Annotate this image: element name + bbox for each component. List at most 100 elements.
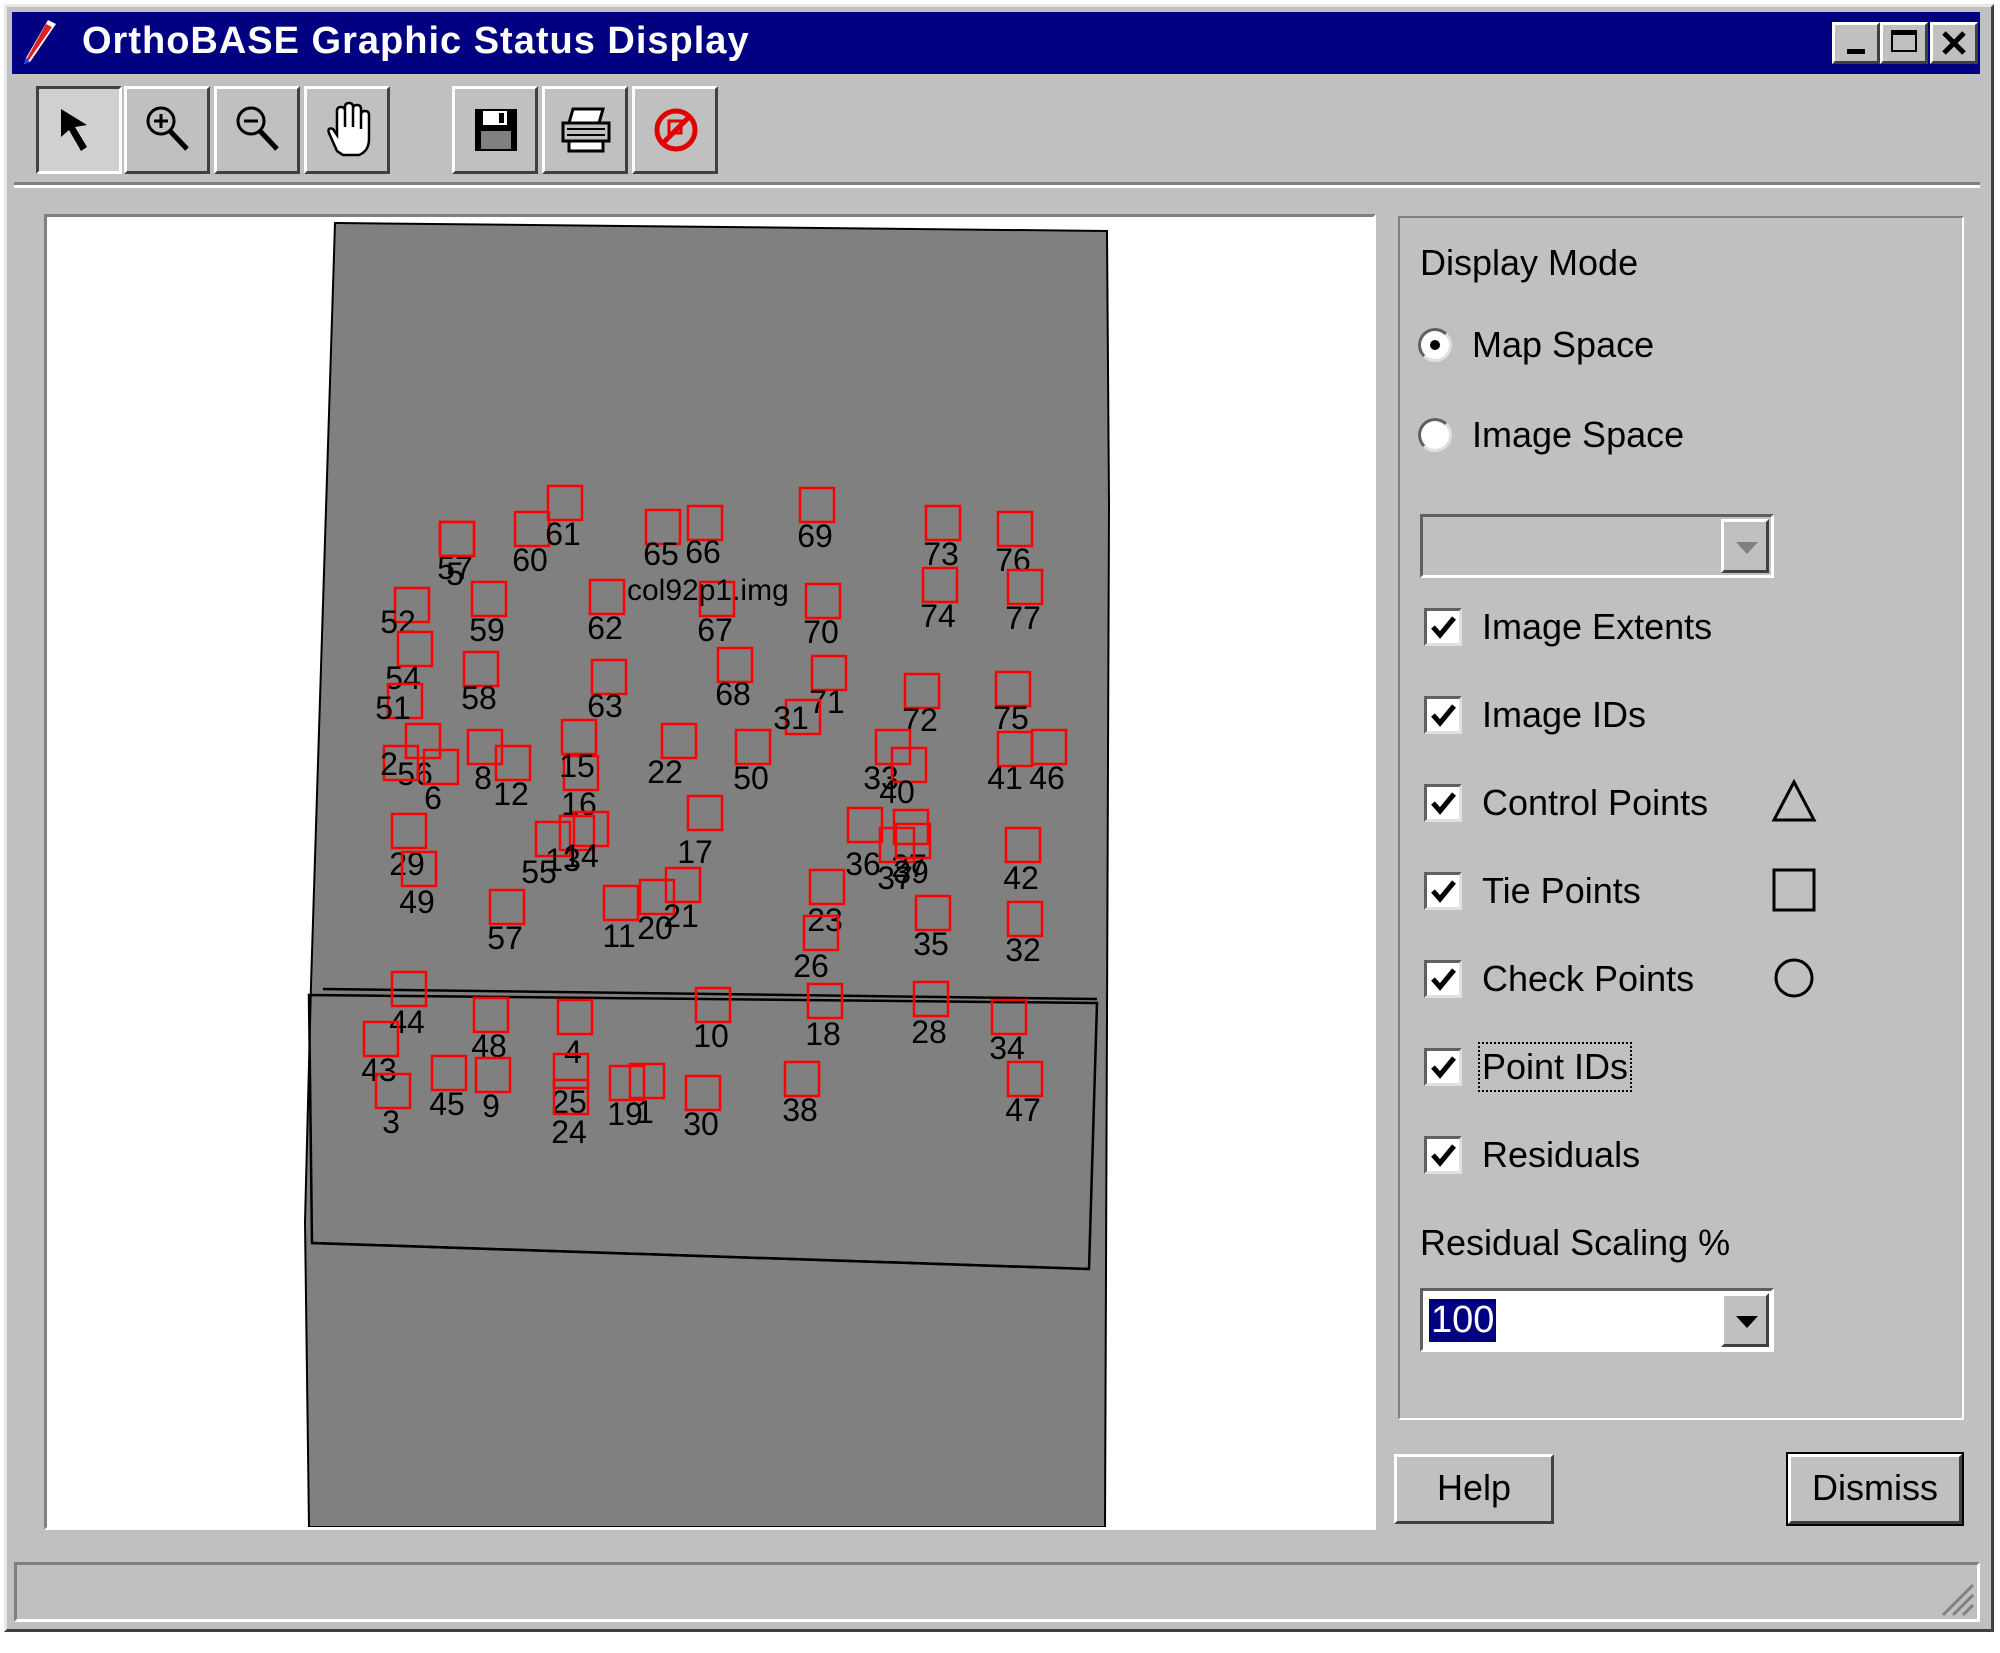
- point-id-label: 75: [993, 700, 1029, 736]
- arrow-pointer-icon: [61, 109, 87, 151]
- point-id-label: 2: [380, 746, 398, 782]
- point-id-label: 8: [474, 760, 492, 796]
- point-id-label: 6: [424, 780, 442, 816]
- point-id-label: 57: [487, 920, 523, 956]
- image-space-radio[interactable]: [1418, 418, 1452, 452]
- control-points-checkbox[interactable]: [1424, 784, 1462, 822]
- close-button[interactable]: [1930, 22, 1978, 64]
- point-id-label: 41: [987, 760, 1023, 796]
- resize-grip-icon: [1941, 1583, 1975, 1617]
- point-id-label: 19: [607, 1096, 643, 1132]
- clear-button[interactable]: [632, 86, 718, 174]
- graphic-display-canvas[interactable]: 57 60 61 65 66 69 73 76 62 59 67 70 74 77 52 54 58 63 68 71…: [44, 214, 1376, 1530]
- point-id-label: 58: [461, 680, 497, 716]
- point-id-label: 59: [469, 612, 505, 648]
- point-id-label: 31: [773, 700, 809, 736]
- point-id-label: 60: [512, 542, 548, 578]
- select-tool-button[interactable]: [36, 86, 122, 174]
- pan-button[interactable]: [304, 86, 390, 174]
- maximize-icon: [1891, 30, 1917, 52]
- point-id-label: 49: [399, 884, 435, 920]
- check-points-checkbox[interactable]: [1424, 960, 1462, 998]
- zoom-out-icon: [236, 106, 279, 151]
- residuals-label: Residuals: [1482, 1134, 1641, 1175]
- image-extents-checkbox[interactable]: [1424, 608, 1462, 646]
- maximize-button[interactable]: [1880, 22, 1928, 64]
- checkmark-icon: [1431, 880, 1456, 903]
- point-id-label: 26: [793, 948, 829, 984]
- point-id-label: 46: [1029, 760, 1065, 796]
- print-button[interactable]: [542, 86, 628, 174]
- point-ids-label: Point IDs: [1477, 1042, 1633, 1092]
- map-space-label: Map Space: [1472, 324, 1655, 365]
- hand-icon: [327, 101, 371, 157]
- map-space-plot[interactable]: 57 606165 66 69 73 766259 67 70 74 77525458 63 68 71…: [47, 217, 1373, 1527]
- dismiss-button[interactable]: Dismiss: [1786, 1452, 1964, 1526]
- point-id-label: 62: [587, 610, 623, 646]
- point-id-label: 36: [845, 846, 881, 882]
- point-id-label: 43: [361, 1052, 397, 1088]
- check-points-label: Check Points: [1482, 958, 1695, 999]
- zoom-in-icon: [146, 106, 189, 151]
- image-extents-label: Image Extents: [1482, 606, 1713, 647]
- minimize-icon: [1847, 49, 1865, 54]
- point-id-label: 45: [429, 1086, 465, 1122]
- point-id-label: 74: [920, 598, 956, 634]
- point-id-label: 9: [482, 1088, 500, 1124]
- tie-points-label: Tie Points: [1482, 870, 1641, 911]
- point-id-label: 71: [809, 684, 845, 720]
- status-bar: [14, 1562, 1980, 1622]
- floppy-disk-icon: [475, 109, 517, 151]
- zoom-out-button[interactable]: [214, 86, 300, 174]
- map-space-radio[interactable]: [1418, 328, 1452, 362]
- checkmark-icon: [1431, 616, 1456, 639]
- point-id-label: 24: [551, 1114, 587, 1150]
- point-id-label: 63: [587, 688, 623, 724]
- window-title: OrthoBASE Graphic Status Display: [82, 20, 750, 62]
- minimize-button[interactable]: [1832, 22, 1880, 64]
- point-id-label: 14: [563, 838, 599, 874]
- image-select-dropdown-button[interactable]: [1721, 519, 1769, 573]
- point-id-label: 35: [913, 926, 949, 962]
- point-id-label: 28: [911, 1014, 947, 1050]
- point-id-label: 68: [715, 676, 751, 712]
- image-ids-checkbox[interactable]: [1424, 696, 1462, 734]
- point-id-label: 38: [782, 1092, 818, 1128]
- image-select-dropdown[interactable]: [1420, 514, 1774, 578]
- point-id-label: 42: [1003, 860, 1039, 896]
- point-ids-checkbox[interactable]: [1424, 1048, 1462, 1086]
- chevron-down-icon: [1736, 542, 1758, 554]
- point-id-label: 15: [559, 748, 595, 784]
- point-id-label: 3: [382, 1104, 400, 1140]
- point-id-label: 70: [803, 614, 839, 650]
- square-icon: [1772, 868, 1816, 912]
- residual-scaling-value[interactable]: 100: [1429, 1299, 1497, 1342]
- close-icon: [1942, 31, 1966, 55]
- residuals-checkbox[interactable]: [1424, 1136, 1462, 1174]
- checkmark-icon: [1431, 1144, 1456, 1167]
- chevron-down-icon: [1736, 1316, 1758, 1328]
- residual-scaling-dropdown-button[interactable]: [1721, 1293, 1769, 1347]
- point-id-label: 32: [1005, 932, 1041, 968]
- point-id-label: 61: [545, 516, 581, 552]
- checkmark-icon: [1431, 968, 1456, 991]
- point-id-label: 5: [446, 556, 464, 592]
- point-id-label: 51: [375, 690, 411, 726]
- toolbar-separator: [14, 182, 1980, 188]
- circle-icon: [1774, 958, 1814, 998]
- residual-scaling-combo[interactable]: 100: [1420, 1288, 1774, 1352]
- printer-icon: [561, 107, 611, 153]
- checkmark-icon: [1431, 704, 1456, 727]
- checkmark-icon: [1431, 1056, 1456, 1079]
- zoom-in-button[interactable]: [124, 86, 210, 174]
- help-button[interactable]: Help: [1394, 1454, 1554, 1524]
- tie-points-checkbox[interactable]: [1424, 872, 1462, 910]
- point-id-label: 69: [797, 518, 833, 554]
- point-id-label: 50: [733, 760, 769, 796]
- no-symbol-icon: [654, 108, 698, 152]
- point-id-label: 21: [663, 898, 699, 934]
- save-button[interactable]: [452, 86, 538, 174]
- title-bar[interactable]: OrthoBASE Graphic Status Display: [12, 12, 1980, 74]
- point-id-label: 39: [893, 854, 929, 890]
- point-id-label: 17: [677, 834, 713, 870]
